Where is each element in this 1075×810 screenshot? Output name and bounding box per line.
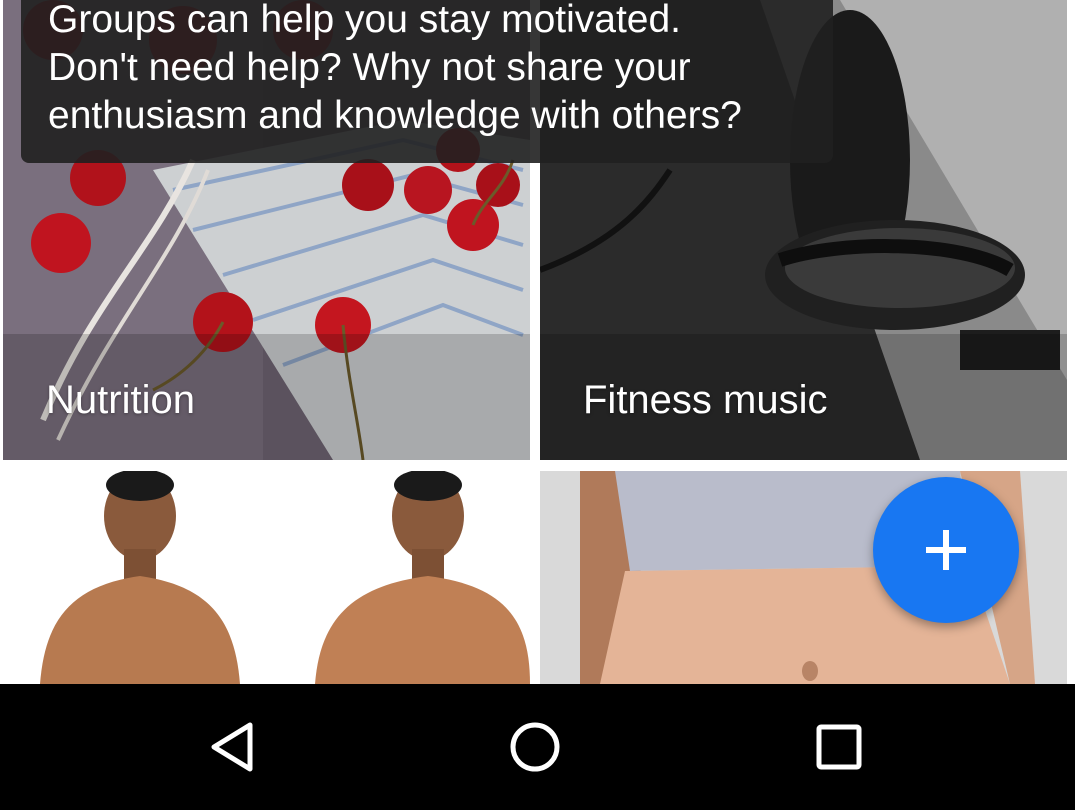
body-transformation-photo	[0, 471, 530, 684]
system-navigation-bar	[0, 684, 1075, 810]
group-tile-body-transformation[interactable]	[0, 471, 530, 684]
group-label-nutrition: Nutrition	[46, 378, 195, 422]
tooltip-line: enthusiasm and knowledge with others?	[48, 94, 742, 137]
plus-icon	[926, 530, 966, 570]
add-group-button[interactable]	[873, 477, 1019, 623]
home-circle-icon	[510, 722, 560, 772]
group-label-fitness-music: Fitness music	[583, 378, 828, 422]
tooltip-line: Groups can help you stay motivated.	[48, 0, 682, 41]
groups-screen: Nutrition Fitness music Groups can help …	[0, 0, 1075, 810]
tooltip-line: Don't need help? Why not share your	[48, 46, 691, 89]
home-button[interactable]	[475, 684, 595, 810]
back-button[interactable]	[172, 684, 292, 810]
groups-info-tooltip: Groups can help you stay motivated. Don'…	[21, 0, 833, 163]
recents-button[interactable]	[779, 684, 899, 810]
back-triangle-icon	[211, 722, 253, 772]
recents-square-icon	[816, 724, 862, 770]
